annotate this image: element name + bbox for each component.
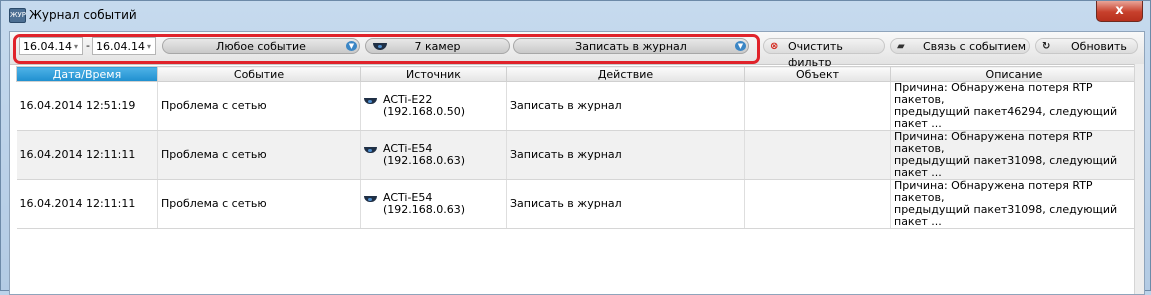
action-dropdown[interactable]: Записать в журнал ▼: [513, 38, 749, 54]
date-from-value: 16.04.14: [23, 40, 72, 53]
date-from-spinner-icon[interactable]: ▾: [74, 38, 78, 56]
header-row: Дата/Время Событие Источник Действие Объ…: [16, 66, 1138, 82]
source-ip: (192.168.0.63): [383, 203, 466, 216]
cell-object: [744, 179, 891, 229]
camera-icon: [364, 147, 377, 153]
cell-event: Проблема с сетью: [157, 179, 361, 229]
toolbar: 16.04.14 ▾ - 16.04.14 ▾ Любое событие ▼ …: [10, 32, 1144, 69]
source-info: ACTi-E22 (192.168.0.50): [364, 94, 503, 118]
cell-action: Записать в журнал: [506, 130, 745, 180]
refresh-button[interactable]: ↻ Обновить: [1035, 38, 1138, 54]
link-event-button[interactable]: ▰ Связь с событием: [890, 38, 1030, 54]
date-separator: -: [86, 39, 90, 52]
description-line: Причина: Обнаружена потеря RTP пакетов,: [894, 179, 1093, 204]
camera-icon: [373, 43, 387, 50]
title-bar[interactable]: ЖУР Журнал событий x: [1, 1, 1150, 31]
clear-filter-icon: ⊗: [770, 41, 779, 52]
source-ip: (192.168.0.63): [383, 154, 466, 167]
date-to-spinner-icon[interactable]: ▾: [147, 38, 151, 56]
close-button[interactable]: x: [1096, 1, 1143, 22]
source-info: ACTi-E54 (192.168.0.63): [364, 192, 503, 216]
client-area: 16.04.14 ▾ - 16.04.14 ▾ Любое событие ▼ …: [9, 31, 1145, 295]
cameras-selector[interactable]: 7 камер: [365, 38, 510, 54]
chevron-down-icon[interactable]: ▼: [346, 41, 357, 51]
camera-icon: [364, 196, 377, 202]
window-title: Журнал событий: [29, 8, 137, 22]
column-header-object[interactable]: Объект: [744, 66, 891, 82]
description-line: Причина: Обнаружена потеря RTP пакетов,: [894, 130, 1093, 155]
event-log-window: ЖУР Журнал событий x 16.04.14 ▾ - 16.04.…: [0, 0, 1151, 295]
cell-description: Причина: Обнаружена потеря RTP пакетов, …: [890, 81, 1138, 131]
action-value: Записать в журнал: [575, 40, 687, 53]
description-line: Причина: Обнаружена потеря RTP пакетов,: [894, 81, 1093, 106]
description-line: предыдущий пакет31098, следующий пакет .…: [894, 203, 1118, 228]
chevron-down-icon[interactable]: ▼: [735, 41, 746, 51]
table-row[interactable]: 16.04.2014 12:11:11 Проблема с сетью ACT…: [16, 130, 1138, 180]
source-info: ACTi-E54 (192.168.0.63): [364, 143, 503, 167]
description-line: предыдущий пакет46294, следующий пакет .…: [894, 105, 1118, 130]
folder-link-icon: ▰: [897, 41, 905, 52]
cell-object: [744, 130, 891, 180]
cell-source: ACTi-E54 (192.168.0.63): [360, 130, 507, 180]
cell-event: Проблема с сетью: [157, 81, 361, 131]
event-type-dropdown[interactable]: Любое событие ▼: [162, 38, 360, 54]
cell-source: ACTi-E54 (192.168.0.63): [360, 179, 507, 229]
column-header-action[interactable]: Действие: [506, 66, 745, 82]
column-header-datetime[interactable]: Дата/Время: [16, 66, 158, 82]
event-log-table: Дата/Время Событие Источник Действие Объ…: [16, 66, 1138, 229]
column-header-source[interactable]: Источник: [360, 66, 507, 82]
event-type-value: Любое событие: [216, 40, 306, 53]
date-to-value: 16.04.14: [96, 40, 145, 53]
vertical-scrollbar[interactable]: [1134, 64, 1144, 294]
column-header-description[interactable]: Описание: [890, 66, 1138, 82]
cell-description: Причина: Обнаружена потеря RTP пакетов, …: [890, 179, 1138, 229]
cell-source: ACTi-E22 (192.168.0.50): [360, 81, 507, 131]
cell-description: Причина: Обнаружена потеря RTP пакетов, …: [890, 130, 1138, 180]
description-line: предыдущий пакет31098, следующий пакет .…: [894, 154, 1118, 179]
date-to-field[interactable]: 16.04.14 ▾: [92, 37, 156, 55]
date-from-field[interactable]: 16.04.14 ▾: [19, 37, 83, 55]
cell-object: [744, 81, 891, 131]
camera-icon: [364, 98, 377, 104]
table-row[interactable]: 16.04.2014 12:51:19 Проблема с сетью ACT…: [16, 81, 1138, 131]
cell-datetime: 16.04.2014 12:11:11: [16, 179, 158, 229]
table-row[interactable]: 16.04.2014 12:11:11 Проблема с сетью ACT…: [16, 179, 1138, 229]
column-header-event[interactable]: Событие: [157, 66, 361, 82]
clear-filter-button[interactable]: ⊗ Очистить фильтр: [763, 38, 885, 69]
link-event-label: Связь с событием: [923, 40, 1027, 53]
cameras-value: 7 камер: [414, 40, 461, 53]
cell-datetime: 16.04.2014 12:51:19: [16, 81, 158, 131]
app-icon: ЖУР: [9, 8, 26, 23]
cell-action: Записать в журнал: [506, 81, 745, 131]
cell-datetime: 16.04.2014 12:11:11: [16, 130, 158, 180]
cell-action: Записать в журнал: [506, 179, 745, 229]
source-ip: (192.168.0.50): [383, 105, 466, 118]
refresh-icon: ↻: [1042, 41, 1051, 52]
refresh-label: Обновить: [1071, 40, 1127, 53]
cell-event: Проблема с сетью: [157, 130, 361, 180]
